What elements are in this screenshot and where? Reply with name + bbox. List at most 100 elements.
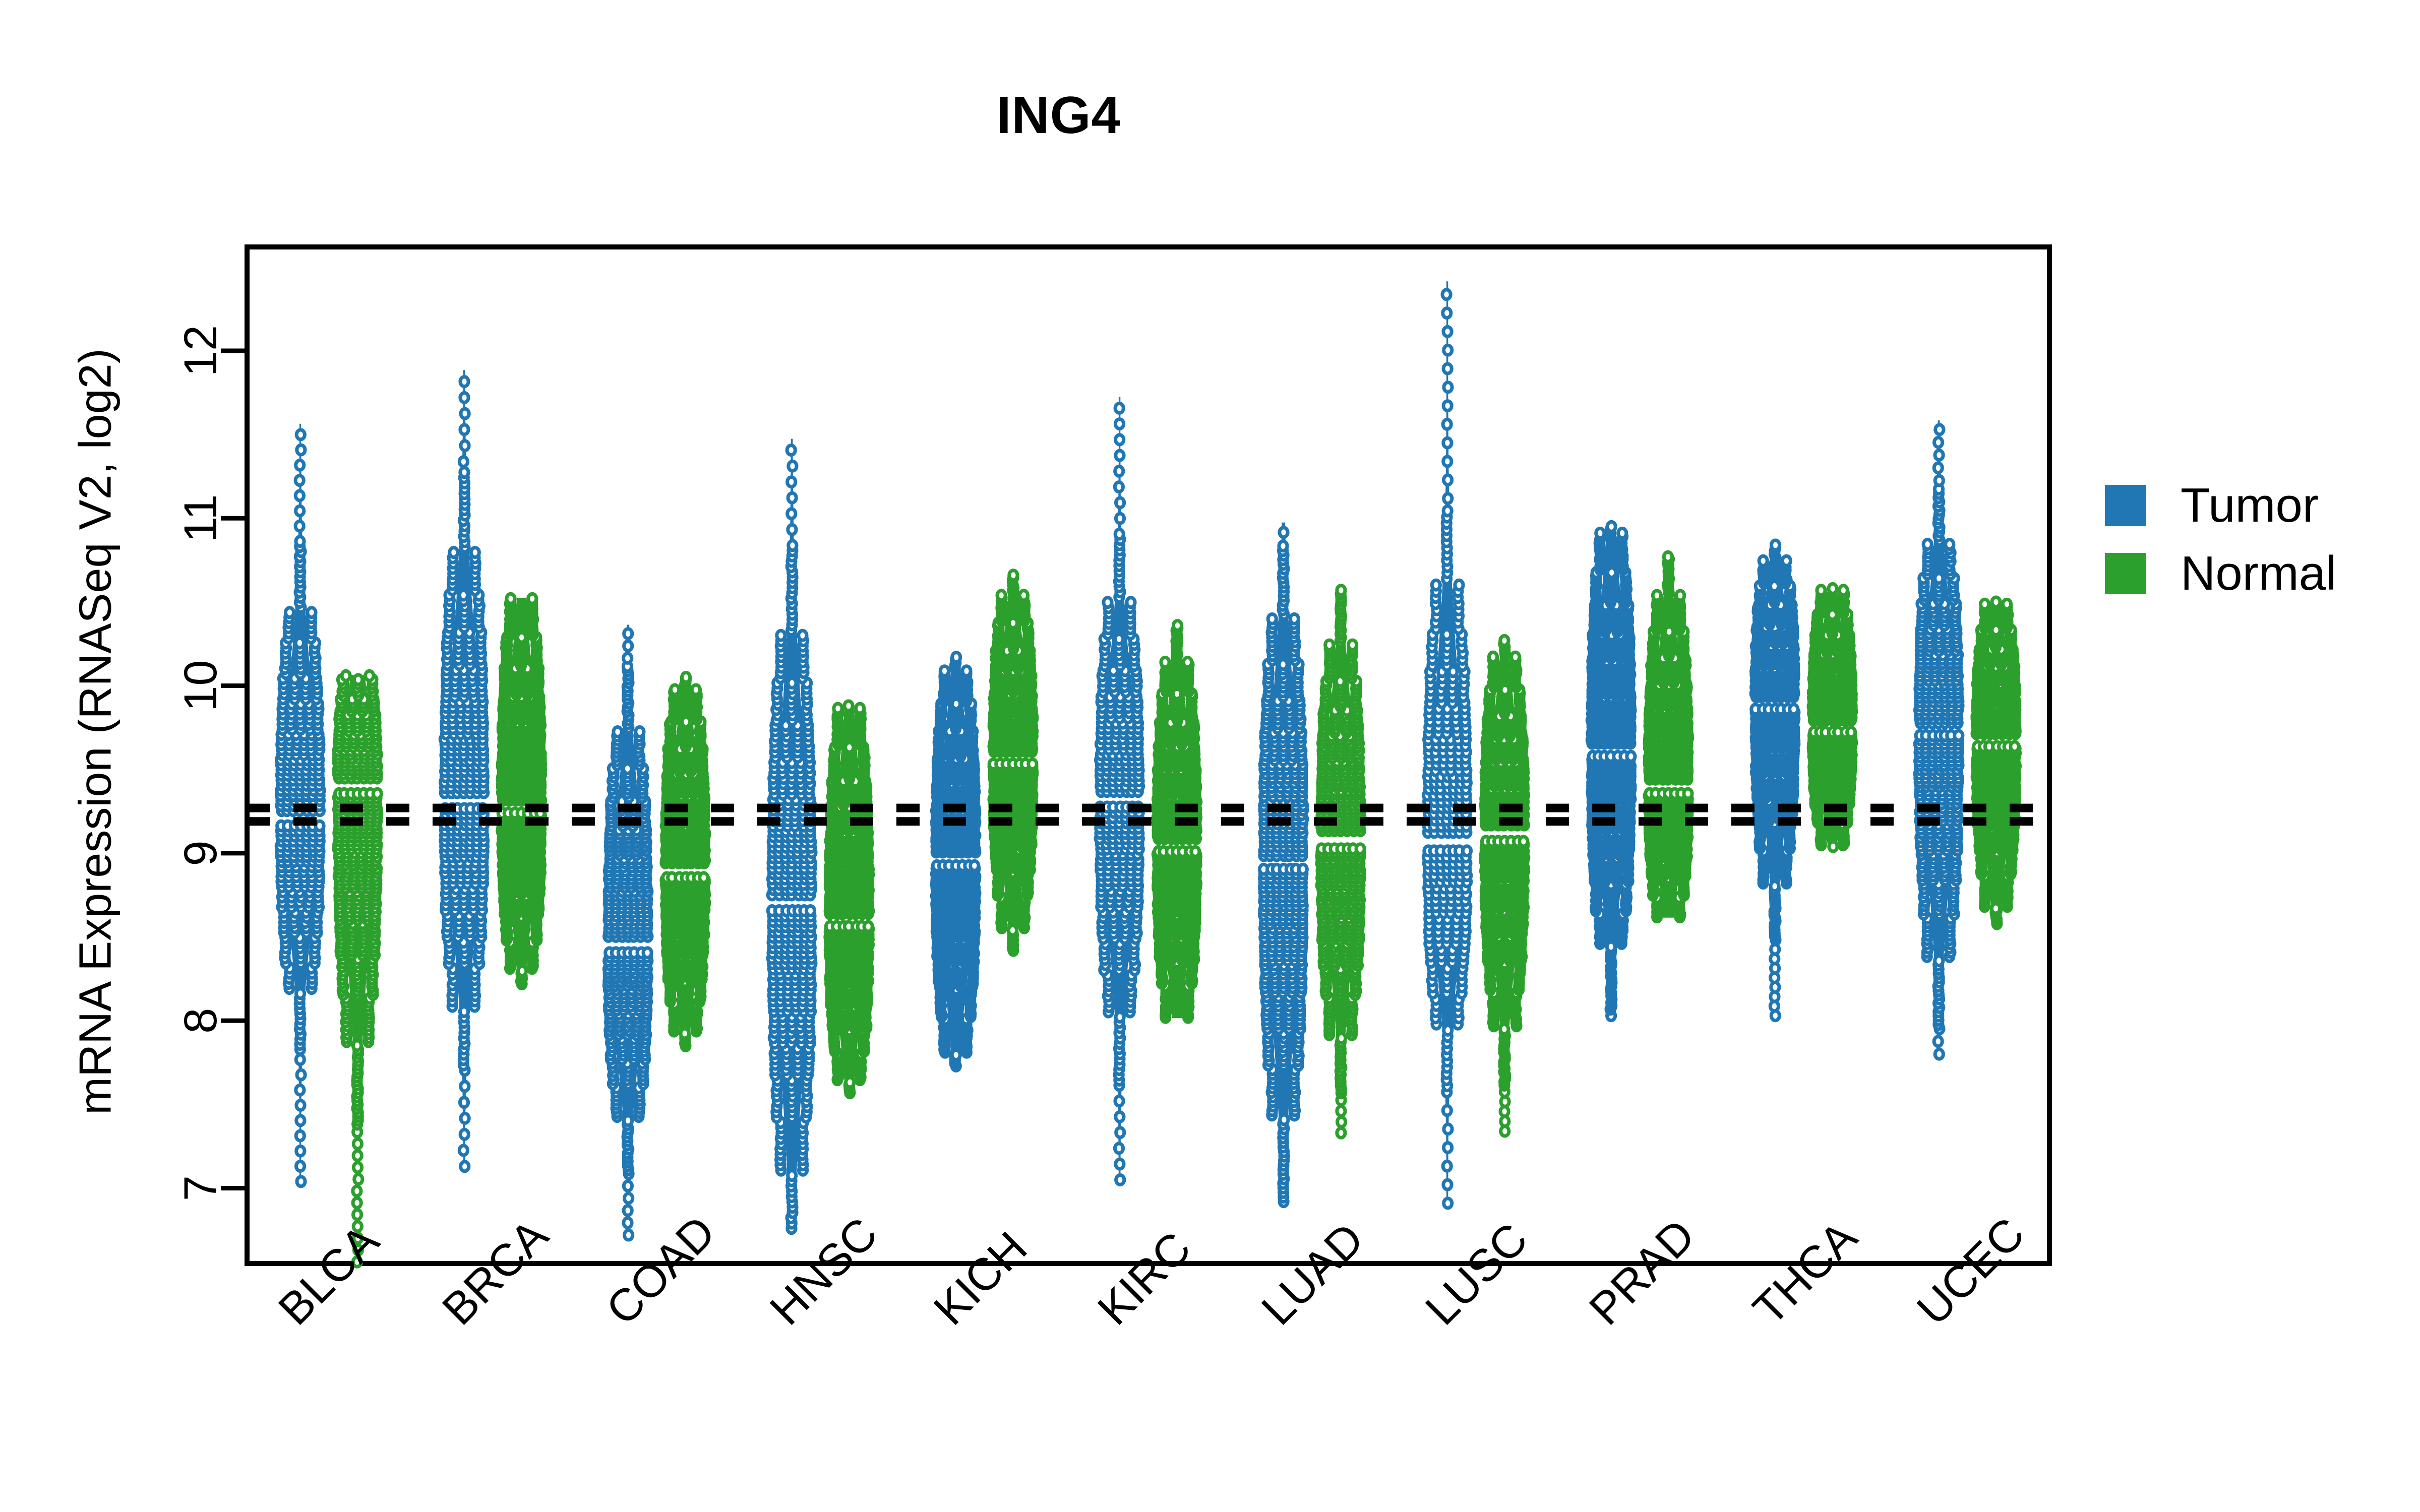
data-point <box>294 1099 307 1112</box>
data-point <box>1114 1110 1126 1123</box>
data-point <box>1442 492 1454 506</box>
data-point <box>458 1005 470 1019</box>
y-tick-label: 12 <box>175 325 226 376</box>
data-point <box>448 546 460 559</box>
data-point <box>1441 436 1454 450</box>
data-point <box>294 535 306 548</box>
data-point <box>1297 862 1309 876</box>
data-point <box>785 507 798 521</box>
data-point <box>623 1228 635 1242</box>
data-point <box>459 1080 471 1093</box>
data-point <box>775 628 787 642</box>
data-point <box>1114 1173 1126 1186</box>
data-point <box>786 491 798 505</box>
data-point <box>960 664 973 678</box>
data-point <box>938 664 951 678</box>
data-point <box>295 443 307 457</box>
data-point <box>1933 954 1945 968</box>
data-point <box>1430 578 1442 592</box>
data-point <box>1441 1178 1454 1191</box>
data-point <box>1605 940 1617 954</box>
data-point <box>294 1053 306 1066</box>
data-point <box>1113 527 1125 541</box>
data-point <box>1114 433 1126 447</box>
data-point <box>294 504 306 518</box>
data-point <box>294 1129 306 1143</box>
data-point <box>294 1083 306 1097</box>
y-tick-label: 8 <box>175 1008 226 1034</box>
data-point <box>457 455 470 468</box>
data-point <box>1769 879 1781 893</box>
data-point <box>1113 480 1125 494</box>
data-point <box>1278 1113 1290 1126</box>
data-point <box>295 1175 307 1188</box>
data-point <box>786 1169 798 1182</box>
data-point <box>1780 554 1792 568</box>
data-point <box>1441 399 1454 413</box>
data-point <box>1441 306 1453 320</box>
data-point <box>622 651 634 665</box>
y-tick-label: 7 <box>175 1175 226 1201</box>
data-point <box>786 676 798 690</box>
data-point <box>1441 504 1454 518</box>
data-point <box>1757 554 1769 568</box>
data-point <box>459 407 471 420</box>
data-point <box>622 1204 634 1217</box>
data-point <box>1277 539 1289 553</box>
y-tick-label: 11 <box>175 494 226 543</box>
data-point <box>1768 579 1781 593</box>
data-point <box>293 474 306 487</box>
data-point <box>459 439 471 453</box>
data-point <box>469 546 481 559</box>
data-point <box>641 946 653 960</box>
data-point <box>1932 1035 1944 1048</box>
data-point <box>623 1191 635 1205</box>
data-point <box>458 1096 470 1109</box>
data-point <box>1114 512 1126 525</box>
data-point <box>1616 526 1628 540</box>
data-point <box>1113 401 1125 415</box>
data-point <box>1114 496 1126 510</box>
data-point <box>458 1127 470 1141</box>
data-point <box>634 725 646 738</box>
data-point <box>1442 343 1454 357</box>
data-point <box>797 628 809 642</box>
data-point <box>458 375 470 389</box>
data-point <box>1605 520 1617 533</box>
data-point <box>785 475 798 489</box>
data-point <box>293 636 306 650</box>
violin-plot: 789101112 <box>175 244 2052 1269</box>
data-point <box>1442 1023 1454 1037</box>
data-point <box>1442 1196 1454 1210</box>
data-point <box>294 1114 307 1127</box>
data-point <box>1453 578 1465 592</box>
data-point <box>950 697 962 711</box>
data-point <box>458 466 470 479</box>
data-point <box>1113 633 1125 646</box>
data-point <box>294 428 307 442</box>
data-point <box>1102 596 1114 609</box>
data-point <box>622 1179 634 1193</box>
data-point <box>1125 596 1137 609</box>
data-point <box>1278 526 1290 539</box>
data-point <box>1442 1122 1454 1136</box>
data-point <box>459 1111 471 1125</box>
data-point <box>1625 749 1637 763</box>
data-point <box>457 1144 469 1157</box>
data-point <box>294 458 306 472</box>
data-point <box>786 539 799 552</box>
data-point <box>458 423 470 436</box>
data-point <box>1113 464 1125 478</box>
data-point <box>1114 1126 1126 1140</box>
data-point <box>1933 1047 1945 1061</box>
data-point <box>1441 455 1454 468</box>
data-point <box>786 459 799 473</box>
data-point <box>969 859 981 872</box>
data-point <box>1441 1104 1453 1117</box>
data-point <box>306 606 318 619</box>
data-point <box>804 904 817 917</box>
data-point <box>1441 627 1453 641</box>
data-point <box>1442 473 1454 487</box>
data-point <box>459 1160 471 1173</box>
data-point <box>1277 658 1289 671</box>
